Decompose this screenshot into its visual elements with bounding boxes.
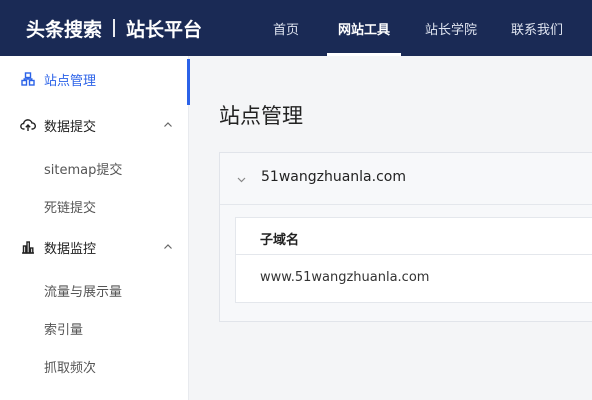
- brand-product: 站长平台: [126, 18, 203, 41]
- sidebar-item-crawl-frequency[interactable]: 抓取频次: [44, 357, 96, 376]
- sidebar-item-data-monitor[interactable]: 数据监控: [0, 227, 189, 267]
- table-header-row: 子域名: [236, 218, 592, 255]
- sidebar-item-sitemap-submit[interactable]: sitemap提交: [44, 159, 122, 178]
- bar-chart-icon: [20, 239, 36, 255]
- cloud-upload-icon: [20, 117, 36, 133]
- page-title: 站点管理: [219, 104, 303, 128]
- nav-site-tools[interactable]: 网站工具: [327, 0, 401, 56]
- brand-logo[interactable]: 头条搜索 站长平台: [26, 15, 202, 42]
- top-navbar: 头条搜索 站长平台 首页 网站工具 站长学院 联系我们: [0, 0, 592, 56]
- nav-contact-us[interactable]: 联系我们: [502, 0, 572, 56]
- sidebar-item-data-submit[interactable]: 数据提交: [0, 105, 189, 145]
- sidebar-item-label: 数据监控: [44, 241, 97, 257]
- main-content: 站点管理 51wangzhuanla.com 子域名 www.51wangzhu…: [190, 56, 592, 400]
- nav-home[interactable]: 首页: [255, 0, 317, 56]
- brand-divider: [113, 19, 116, 37]
- table-row: www.51wangzhuanla.com: [236, 255, 592, 303]
- brand-name: 头条搜索: [26, 18, 103, 41]
- main-nav: 首页 网站工具 站长学院 联系我们: [255, 0, 572, 56]
- sidebar-item-index-volume[interactable]: 索引量: [44, 319, 83, 338]
- sidebar-item-deadlink-submit[interactable]: 死链提交: [44, 197, 96, 216]
- sidebar-item-traffic-impressions[interactable]: 流量与展示量: [44, 281, 122, 300]
- chevron-up-icon[interactable]: [162, 241, 174, 253]
- site-card: 51wangzhuanla.com 子域名 www.51wangzhuanla.…: [219, 152, 592, 322]
- site-domain: 51wangzhuanla.com: [261, 169, 406, 185]
- sidebar-item-label: 数据提交: [44, 119, 97, 135]
- sidebar-item-site-manage[interactable]: 站点管理: [0, 59, 190, 105]
- site-card-header[interactable]: 51wangzhuanla.com: [220, 153, 592, 205]
- sidebar: 站点管理 数据提交 sitemap提交 死链提交 数据监控 流量与展示量 索引量…: [0, 56, 190, 400]
- sidebar-item-label: 站点管理: [44, 73, 97, 89]
- chevron-down-icon[interactable]: [236, 174, 247, 185]
- subdomain-cell: www.51wangzhuanla.com: [260, 270, 430, 285]
- subdomain-table: 子域名 www.51wangzhuanla.com: [235, 217, 592, 303]
- column-header-subdomain: 子域名: [260, 233, 300, 248]
- chevron-up-icon[interactable]: [162, 119, 174, 131]
- site-manage-icon: [20, 71, 36, 87]
- nav-webmaster-academy[interactable]: 站长学院: [411, 0, 491, 56]
